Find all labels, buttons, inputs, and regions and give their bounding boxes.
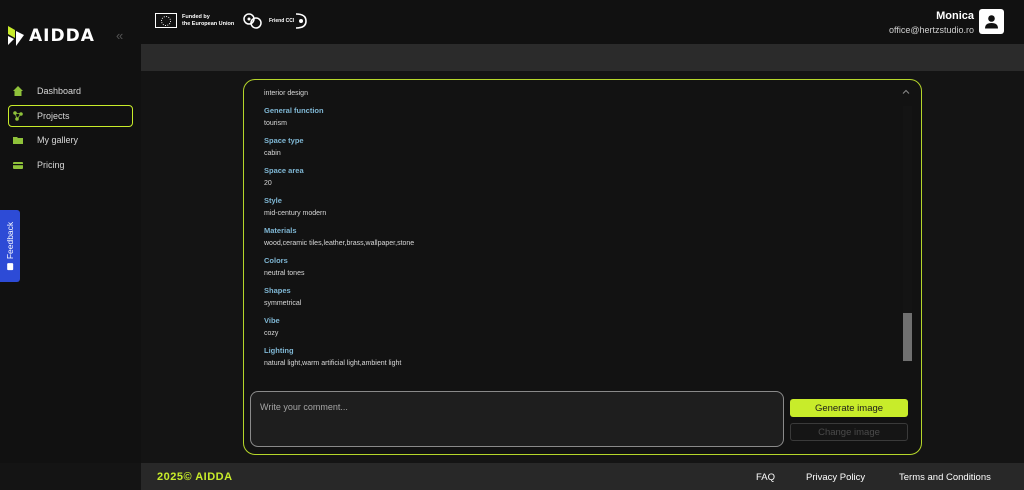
field-value-lighting: natural light,warm artificial light,ambi… xyxy=(264,360,402,367)
sidebar-item-pricing[interactable]: Pricing xyxy=(8,154,133,176)
eu-funding-text: Funded by the European Union xyxy=(182,14,235,27)
footer-link-faq[interactable]: FAQ xyxy=(756,472,775,483)
projects-icon xyxy=(13,110,23,121)
project-details-card: interior design General function tourism… xyxy=(243,79,922,455)
partner-logo-icon xyxy=(243,13,262,29)
project-details: interior design General function tourism… xyxy=(264,90,904,376)
field-label-space-type: Space type xyxy=(264,136,304,145)
sub-toolbar xyxy=(141,44,1024,71)
aidda-logo[interactable]: AIDDA xyxy=(8,26,95,46)
user-email: office@hertzstudio.ro xyxy=(888,25,974,35)
home-icon xyxy=(13,86,23,96)
user-name: Monica xyxy=(936,10,974,22)
pricing-icon xyxy=(13,161,23,169)
feedback-icon xyxy=(7,263,13,271)
field-label-vibe: Vibe xyxy=(264,316,280,325)
sidebar-item-projects[interactable]: Projects xyxy=(8,104,133,127)
project-category-value: interior design xyxy=(264,90,308,97)
field-label-style: Style xyxy=(264,196,282,205)
field-label-shapes: Shapes xyxy=(264,286,291,295)
field-value-space-type: cabin xyxy=(264,150,281,157)
footer-link-privacy-policy[interactable]: Privacy Policy xyxy=(806,472,865,483)
field-value-style: mid-century modern xyxy=(264,210,327,217)
top-header: Funded by the European Union Friend CCI … xyxy=(141,0,1024,44)
sidebar-item-label: Pricing xyxy=(37,159,65,170)
feedback-tab[interactable]: Feedback xyxy=(0,210,20,282)
sidebar-item-label: Dashboard xyxy=(37,86,82,96)
field-value-shapes: symmetrical xyxy=(264,300,302,307)
field-value-vibe: cozy xyxy=(264,330,279,337)
field-label-colors: Colors xyxy=(264,256,288,265)
friend-cci-logo: Friend CCI xyxy=(269,12,308,30)
feedback-label: Feedback xyxy=(5,221,15,260)
change-image-button[interactable]: Change image xyxy=(790,423,908,441)
footer: 2025© AIDDA FAQ Privacy Policy Terms and… xyxy=(141,463,1024,490)
sidebar-item-dashboard[interactable]: Dashboard xyxy=(8,80,133,102)
field-value-colors: neutral tones xyxy=(264,270,305,277)
field-label-lighting: Lighting xyxy=(264,346,294,355)
folder-icon xyxy=(13,137,23,144)
brand-name: AIDDA xyxy=(29,26,95,46)
sidebar-item-my-gallery[interactable]: My gallery xyxy=(8,129,133,151)
user-avatar-icon xyxy=(985,15,998,29)
footer-link-terms[interactable]: Terms and Conditions xyxy=(899,472,991,483)
sidebar-item-label: Projects xyxy=(37,110,70,121)
field-value-materials: wood,ceramic tiles,leather,brass,wallpap… xyxy=(264,240,415,247)
field-label-materials: Materials xyxy=(264,226,297,235)
avatar[interactable] xyxy=(979,9,1004,34)
details-scrollbar-thumb[interactable] xyxy=(903,313,912,361)
eu-flag-icon xyxy=(155,13,177,28)
friend-cci-icon xyxy=(296,13,308,29)
collapse-sidebar-icon[interactable]: « xyxy=(116,28,123,43)
field-label-space-area: Space area xyxy=(264,166,304,175)
generate-image-button[interactable]: Generate image xyxy=(790,399,908,417)
aidda-logo-mark-icon xyxy=(8,26,24,46)
field-label-general-function: General function xyxy=(264,106,324,115)
footer-copyright: 2025© AIDDA xyxy=(157,471,233,483)
sidebar: AIDDA « Dashboard Projects My gallery Pr… xyxy=(0,0,141,463)
field-value-space-area: 20 xyxy=(264,180,272,187)
field-value-general-function: tourism xyxy=(264,120,287,127)
comment-input[interactable] xyxy=(250,391,784,447)
sidebar-nav: Dashboard Projects My gallery Pricing xyxy=(8,80,133,178)
sidebar-item-label: My gallery xyxy=(37,135,79,145)
